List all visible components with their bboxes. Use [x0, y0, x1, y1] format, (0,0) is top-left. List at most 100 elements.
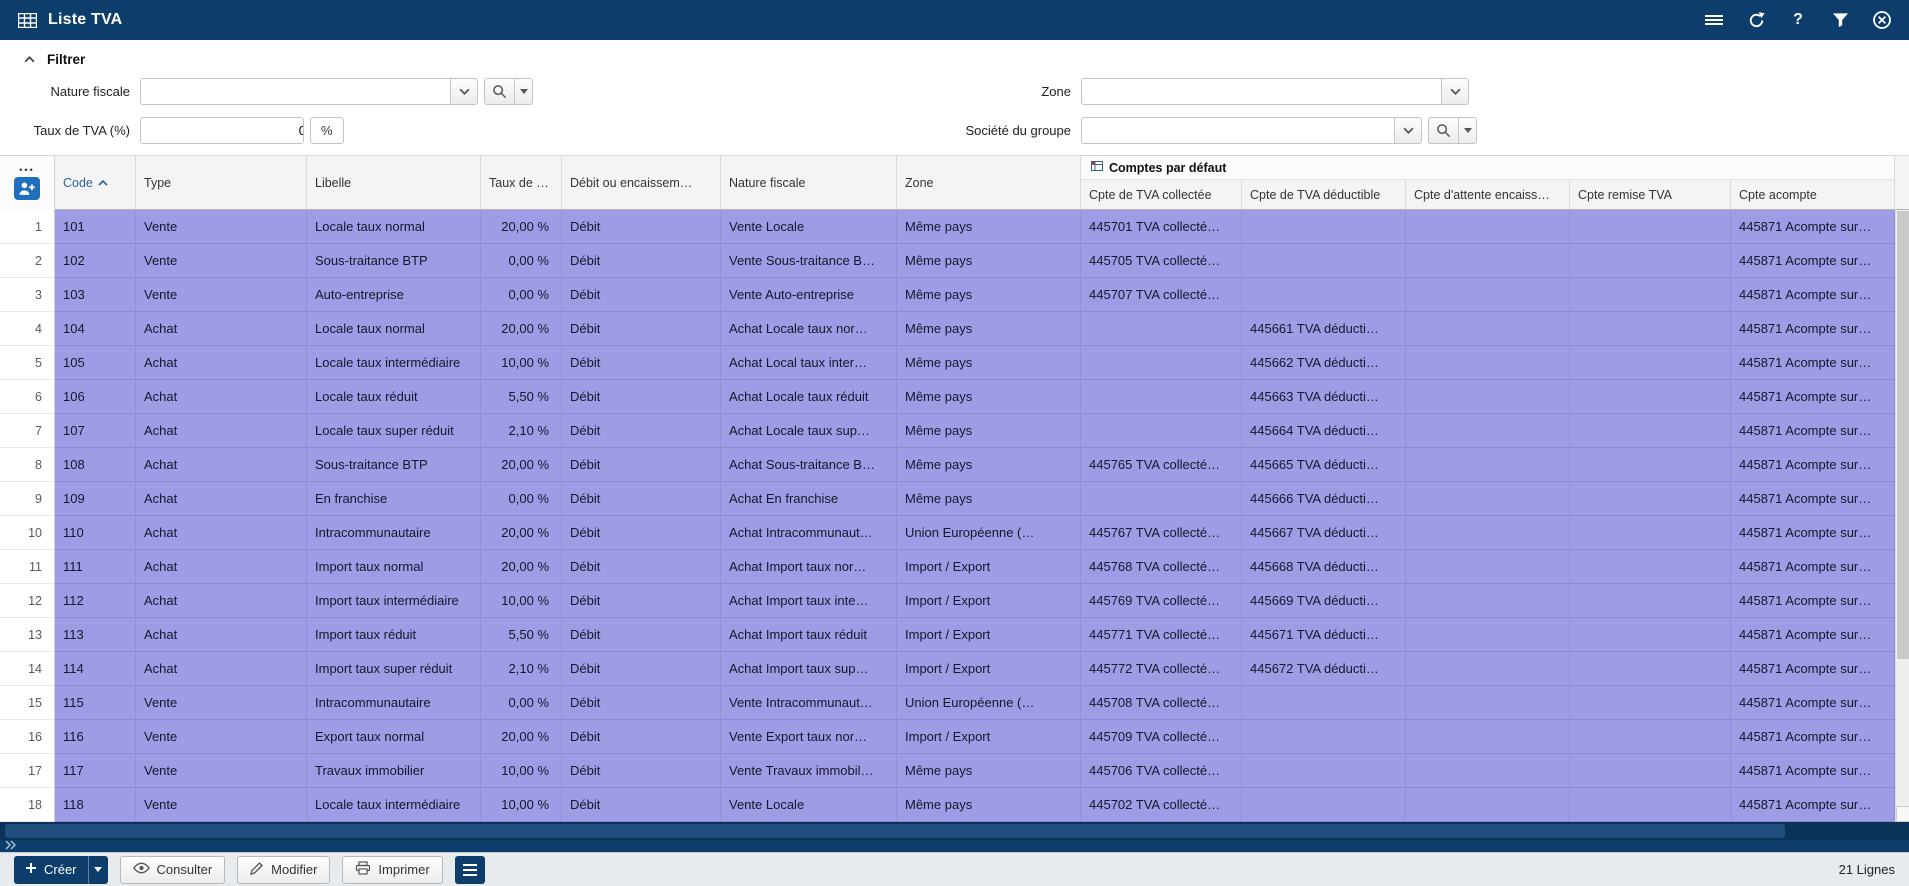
cell[interactable]	[1406, 448, 1570, 482]
societe-groupe-search-button[interactable]	[1428, 116, 1477, 144]
cell[interactable]: Achat	[136, 584, 307, 618]
cell[interactable]	[1570, 210, 1731, 244]
cell[interactable]: 445871 Acompte sur…	[1731, 278, 1895, 312]
cell[interactable]: Même pays	[897, 346, 1081, 380]
cell[interactable]	[1570, 244, 1731, 278]
cell[interactable]: 445772 TVA collecté…	[1081, 652, 1242, 686]
cell[interactable]	[1406, 278, 1570, 312]
cell[interactable]: 445768 TVA collecté…	[1081, 550, 1242, 584]
column-header-libelle[interactable]: Libelle	[307, 156, 481, 210]
consult-button[interactable]: Consulter	[119, 855, 226, 884]
cell[interactable]: Débit	[562, 584, 721, 618]
cell[interactable]: Débit	[562, 278, 721, 312]
table-row[interactable]: 11 111 Achat Import taux normal 20,00 % Débit…	[0, 550, 1895, 584]
cell[interactable]	[1081, 414, 1242, 448]
cell[interactable]: Débit	[562, 516, 721, 550]
cell[interactable]	[1406, 516, 1570, 550]
cell[interactable]: Vente	[136, 686, 307, 720]
cell[interactable]: Même pays	[897, 380, 1081, 414]
nature-fiscale-dropdown-button[interactable]	[450, 77, 478, 105]
table-row[interactable]: 6 106 Achat Locale taux réduit 5,50 % Débit Ac…	[0, 380, 1895, 414]
help-icon[interactable]: ?	[1787, 9, 1809, 31]
refresh-icon[interactable]	[1745, 9, 1767, 31]
table-row[interactable]: 1 101 Vente Locale taux normal 20,00 % Débit V…	[0, 210, 1895, 244]
cell[interactable]	[1406, 482, 1570, 516]
cell[interactable]: Import / Export	[897, 652, 1081, 686]
filter-icon[interactable]	[1829, 9, 1851, 31]
cell[interactable]: Vente Export taux nor…	[721, 720, 897, 754]
cell[interactable]	[1570, 278, 1731, 312]
cell[interactable]: 445771 TVA collecté…	[1081, 618, 1242, 652]
create-dropdown-caret[interactable]	[87, 855, 108, 884]
cell[interactable]: 20,00 %	[481, 448, 562, 482]
cell[interactable]	[1570, 686, 1731, 720]
cell[interactable]: Import / Export	[897, 720, 1081, 754]
cell[interactable]: Vente Locale	[721, 788, 897, 822]
cell[interactable]: 103	[55, 278, 136, 312]
cell[interactable]: 0,00 %	[481, 278, 562, 312]
cell[interactable]	[1406, 380, 1570, 414]
cell[interactable]: 101	[55, 210, 136, 244]
cell[interactable]: Achat	[136, 482, 307, 516]
societe-groupe-dropdown-button[interactable]	[1394, 116, 1422, 144]
cell[interactable]: 109	[55, 482, 136, 516]
cell[interactable]: 20,00 %	[481, 312, 562, 346]
cell[interactable]: 445767 TVA collecté…	[1081, 516, 1242, 550]
cell[interactable]: 108	[55, 448, 136, 482]
cell[interactable]: Auto-entreprise	[307, 278, 481, 312]
cell[interactable]: Import taux intermédiaire	[307, 584, 481, 618]
cell[interactable]: 20,00 %	[481, 550, 562, 584]
table-row[interactable]: 14 114 Achat Import taux super réduit 2,10 %…	[0, 652, 1895, 686]
cell[interactable]: 445871 Acompte sur…	[1731, 312, 1895, 346]
cell[interactable]: 445667 TVA déducti…	[1242, 516, 1406, 550]
cell[interactable]: Même pays	[897, 482, 1081, 516]
vertical-scrollbar-thumb[interactable]	[1897, 211, 1909, 659]
cell[interactable]: Achat En franchise	[721, 482, 897, 516]
cell[interactable]: Vente	[136, 720, 307, 754]
cell[interactable]: 20,00 %	[481, 210, 562, 244]
cell[interactable]	[1242, 244, 1406, 278]
cell[interactable]	[1406, 584, 1570, 618]
table-row[interactable]: 2 102 Vente Sous-traitance BTP 0,00 % Débit Ve…	[0, 244, 1895, 278]
cell[interactable]: Import taux super réduit	[307, 652, 481, 686]
cell[interactable]	[1570, 720, 1731, 754]
cell[interactable]: Même pays	[897, 244, 1081, 278]
cell[interactable]	[1570, 414, 1731, 448]
cell[interactable]: Achat Import taux sup…	[721, 652, 897, 686]
cell[interactable]	[1570, 618, 1731, 652]
cell[interactable]: 116	[55, 720, 136, 754]
cell[interactable]: 445707 TVA collecté…	[1081, 278, 1242, 312]
cell[interactable]: Achat	[136, 346, 307, 380]
cell[interactable]: 10,00 %	[481, 584, 562, 618]
table-row[interactable]: 3 103 Vente Auto-entreprise 0,00 % Débit Vente…	[0, 278, 1895, 312]
cell[interactable]: Locale taux normal	[307, 312, 481, 346]
cell[interactable]: 110	[55, 516, 136, 550]
cell[interactable]: 0,00 %	[481, 686, 562, 720]
cell[interactable]	[1406, 788, 1570, 822]
column-header-cpte-acompte[interactable]: Cpte acompte	[1731, 180, 1895, 210]
cell[interactable]: Achat	[136, 618, 307, 652]
cell[interactable]	[1242, 686, 1406, 720]
cell[interactable]: Achat	[136, 312, 307, 346]
column-header-cpte-attente-encaissement[interactable]: Cpte d'attente encaiss…	[1406, 180, 1570, 210]
table-row[interactable]: 8 108 Achat Sous-traitance BTP 20,00 % Débit A…	[0, 448, 1895, 482]
cell[interactable]	[1570, 652, 1731, 686]
cell[interactable]: Débit	[562, 720, 721, 754]
modify-button[interactable]: Modifier	[237, 855, 331, 884]
cell[interactable]: Débit	[562, 244, 721, 278]
cell[interactable]	[1406, 652, 1570, 686]
cell[interactable]	[1406, 686, 1570, 720]
cell[interactable]: Union Européenne (…	[897, 686, 1081, 720]
column-header-zone[interactable]: Zone	[897, 156, 1081, 210]
cell[interactable]: Vente	[136, 210, 307, 244]
cell[interactable]: 445871 Acompte sur…	[1731, 380, 1895, 414]
cell[interactable]: Export taux normal	[307, 720, 481, 754]
cell[interactable]	[1242, 720, 1406, 754]
cell[interactable]: 118	[55, 788, 136, 822]
cell[interactable]: Débit	[562, 448, 721, 482]
cell[interactable]	[1406, 312, 1570, 346]
cell[interactable]	[1081, 312, 1242, 346]
taux-tva-input[interactable]	[141, 117, 303, 143]
cell[interactable]: En franchise	[307, 482, 481, 516]
table-row[interactable]: 10 110 Achat Intracommunautaire 20,00 % Débit…	[0, 516, 1895, 550]
